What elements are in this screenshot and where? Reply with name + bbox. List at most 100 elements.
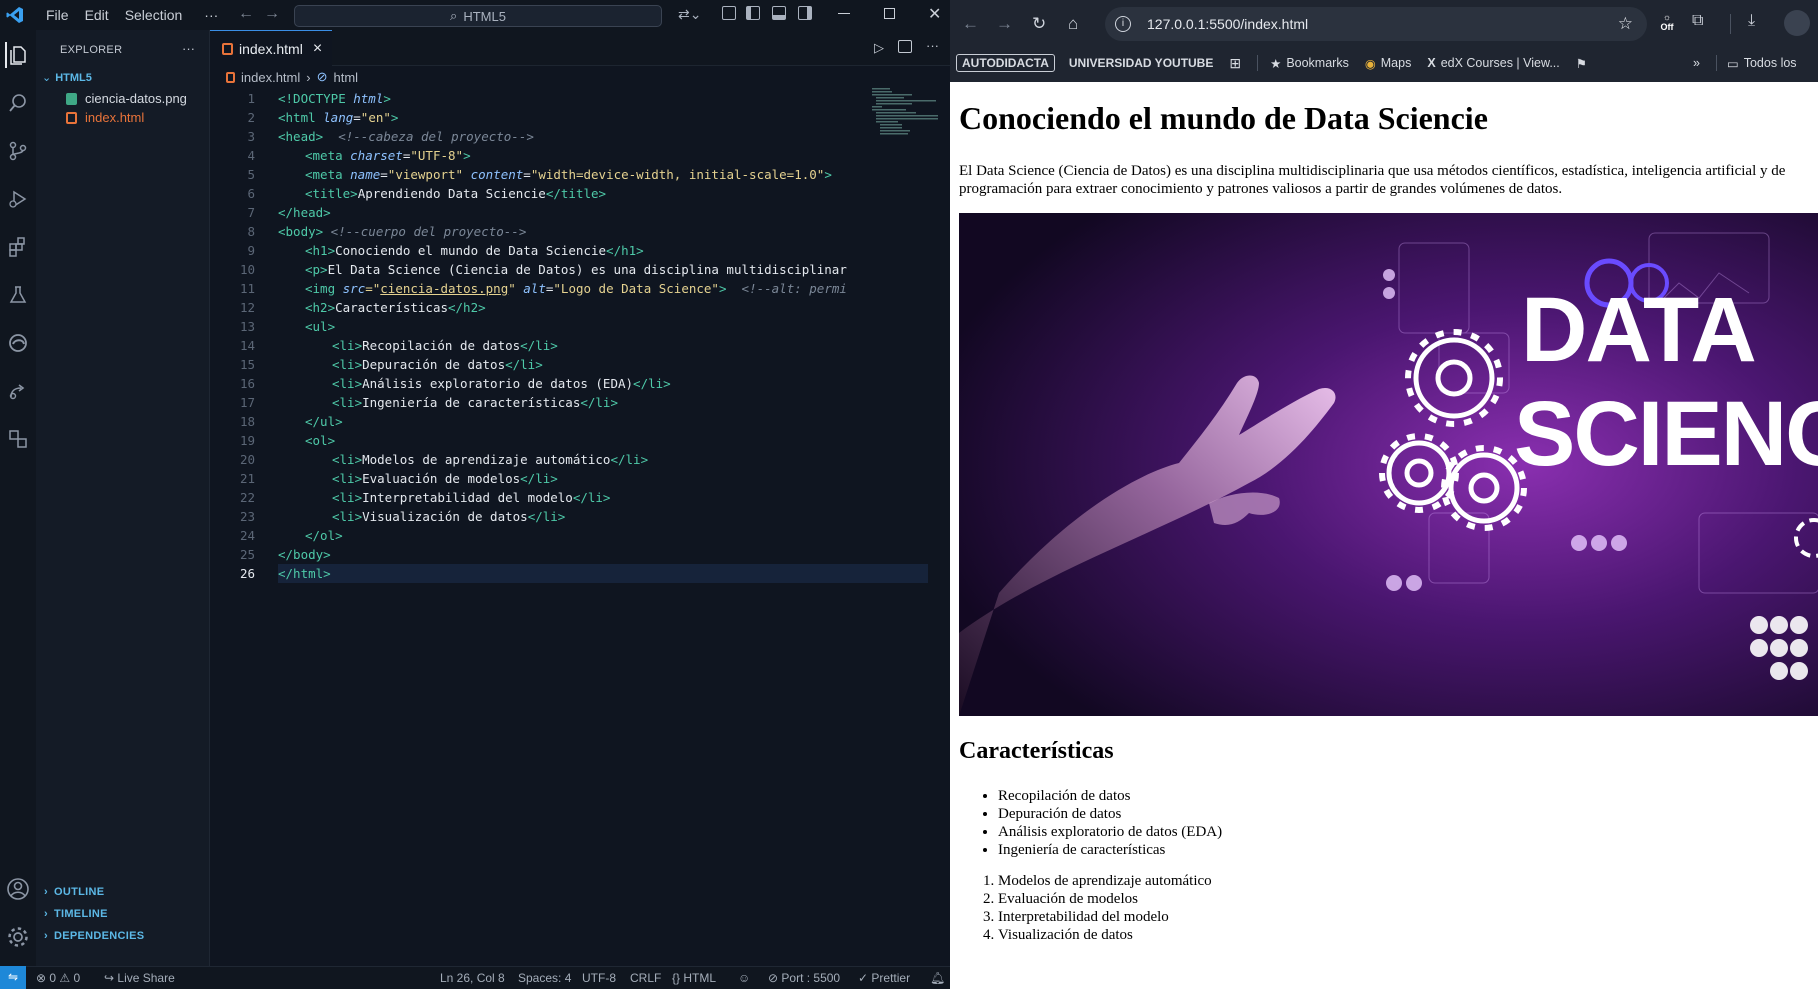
bookmark-label: Maps: [1380, 56, 1412, 70]
live-server-port[interactable]: ⊘ Port : 5500: [768, 971, 840, 985]
line-ending[interactable]: CRLF: [630, 971, 661, 985]
remote-explorer-icon[interactable]: [5, 426, 31, 452]
dependencies-section[interactable]: › DEPENDENCIES: [44, 930, 144, 942]
code-token: Recopilación de datos: [362, 338, 521, 353]
code-token: <!--cuerpo del proyecto-->: [323, 224, 527, 239]
apps-grid-icon[interactable]: ⊞: [1229, 55, 1241, 72]
bookmark-autodidacta[interactable]: AUTODIDACTA: [956, 54, 1055, 72]
breadcrumb-file[interactable]: index.html: [241, 70, 300, 85]
code-token: <meta: [305, 148, 351, 163]
menu-edit[interactable]: Edit: [85, 7, 109, 23]
explorer-icon[interactable]: [5, 42, 31, 68]
run-icon[interactable]: ▷: [874, 40, 884, 56]
list-item: Recopilación de datos: [998, 787, 1222, 805]
live-share-icon[interactable]: [5, 378, 31, 404]
language-mode[interactable]: {} HTML: [672, 971, 716, 985]
indentation[interactable]: Spaces: 4: [518, 971, 571, 985]
profile-icon[interactable]: [1784, 10, 1810, 36]
code-token: </li>: [572, 490, 611, 505]
timeline-section[interactable]: › TIMELINE: [44, 908, 108, 920]
search-sidebar-icon[interactable]: [5, 90, 31, 116]
browser-forward-icon[interactable]: →: [996, 14, 1013, 34]
code-editor[interactable]: <!DOCTYPE html> <html lang="en"> <head> …: [278, 89, 928, 583]
address-bar[interactable]: i 127.0.0.1:5500/index.html ☆: [1105, 7, 1647, 41]
explorer-more-actions[interactable]: ···: [182, 41, 195, 56]
toggle-panel-icon[interactable]: [772, 6, 786, 20]
bookmark-bookmarks[interactable]: ★ Bookmarks: [1270, 56, 1349, 71]
menu-file[interactable]: File: [46, 7, 69, 23]
vscode-window: File Edit Selection ··· ← → ⌕ HTML5 ⇄⌄ ✕: [0, 0, 950, 989]
vscode-logo-icon: [6, 6, 24, 24]
toggle-secondary-sidebar-icon[interactable]: [798, 6, 812, 20]
close-window-icon[interactable]: ✕: [928, 4, 941, 24]
source-control-icon[interactable]: [5, 138, 31, 164]
home-icon[interactable]: ⌂: [1068, 14, 1078, 34]
edx-logo-icon: X: [1427, 56, 1436, 70]
flag-icon[interactable]: ⚑: [1576, 56, 1587, 71]
toggle-sidebar-icon[interactable]: [746, 6, 760, 20]
forward-arrow-icon[interactable]: →: [264, 5, 280, 23]
site-info-icon[interactable]: i: [1115, 16, 1131, 32]
code-token: >: [463, 148, 471, 163]
outline-section[interactable]: › OUTLINE: [44, 886, 104, 898]
all-bookmarks-folder[interactable]: ▭ Todos los: [1727, 56, 1797, 71]
line-number: 18: [239, 414, 255, 429]
account-icon[interactable]: [5, 876, 31, 902]
extension-off-icon[interactable]: ☼ Off: [1656, 12, 1678, 34]
minimap[interactable]: [870, 86, 940, 146]
code-token: <!--alt: permi: [726, 281, 847, 296]
editor-more-icon[interactable]: ···: [926, 38, 939, 53]
code-line: <li>Ingeniería de características</li>: [278, 393, 928, 412]
bookmark-star-icon[interactable]: ☆: [1618, 14, 1633, 34]
chevron-right-icon: ›: [44, 886, 48, 898]
menu-selection[interactable]: Selection: [125, 7, 183, 23]
code-token: <meta: [305, 167, 351, 182]
edge-devtools-icon[interactable]: [5, 330, 31, 356]
tab-index-html[interactable]: index.html ×: [210, 30, 332, 66]
browser-back-icon[interactable]: ←: [962, 14, 979, 34]
line-number: 8: [247, 224, 255, 239]
copilot-status-icon[interactable]: ☺: [738, 971, 750, 985]
hero-text-data: DATA: [1521, 279, 1755, 381]
file-item-png[interactable]: ciencia-datos.png: [66, 91, 187, 106]
encoding[interactable]: UTF-8: [582, 971, 616, 985]
cursor-position[interactable]: Ln 26, Col 8: [440, 971, 505, 985]
data-science-image: DATA SCIENC: [959, 213, 1818, 716]
reload-icon[interactable]: ↻: [1032, 14, 1046, 34]
close-tab-icon[interactable]: ×: [313, 40, 322, 58]
more-bookmarks-icon[interactable]: »: [1693, 56, 1700, 70]
problems-indicator[interactable]: ⊗ 0 ⚠ 0: [36, 971, 80, 985]
split-editor-icon[interactable]: [898, 40, 912, 53]
bookmark-maps[interactable]: ◉ Maps: [1365, 56, 1412, 71]
downloads-icon[interactable]: ⤓: [1748, 12, 1755, 30]
html-file-icon: [66, 111, 77, 124]
notifications-bell-icon[interactable]: 🔔︎: [930, 971, 945, 985]
testing-icon[interactable]: [5, 282, 31, 308]
folder-html5[interactable]: ⌄ HTML5: [42, 71, 92, 85]
breadcrumb-element[interactable]: html: [334, 70, 359, 85]
bookmark-universidad-youtube[interactable]: UNIVERSIDAD YOUTUBE: [1069, 56, 1213, 70]
maximize-icon[interactable]: [884, 8, 895, 19]
menu-more[interactable]: ···: [204, 7, 218, 23]
search-icon: ⌕: [450, 8, 458, 23]
features-heading: Características: [959, 738, 1114, 764]
back-arrow-icon[interactable]: ←: [238, 5, 254, 23]
port-icon: ⊘: [768, 971, 782, 985]
live-share-button[interactable]: ↪ Live Share: [104, 971, 175, 985]
extensions-puzzle-icon[interactable]: ⧉: [1692, 12, 1703, 30]
copilot-icon[interactable]: ⇄⌄: [678, 6, 701, 23]
star-icon: ★: [1270, 56, 1282, 71]
remote-indicator-icon[interactable]: ⇋: [0, 966, 26, 989]
minimize-icon[interactable]: [838, 13, 850, 14]
prettier-status[interactable]: ✓ Prettier: [858, 971, 910, 985]
run-debug-icon[interactable]: [5, 186, 31, 212]
command-center[interactable]: ⌕ HTML5: [294, 5, 662, 27]
list-item: Visualización de datos: [998, 926, 1212, 944]
file-item-html[interactable]: index.html: [66, 110, 144, 125]
extensions-icon[interactable]: [5, 234, 31, 260]
layout-icon[interactable]: [722, 6, 736, 20]
bookmark-edx[interactable]: XedX Courses | View...: [1427, 56, 1559, 70]
settings-gear-icon[interactable]: [5, 924, 31, 950]
code-token: <!DOCTYPE: [278, 91, 346, 106]
live-share-label: Live Share: [117, 971, 175, 985]
